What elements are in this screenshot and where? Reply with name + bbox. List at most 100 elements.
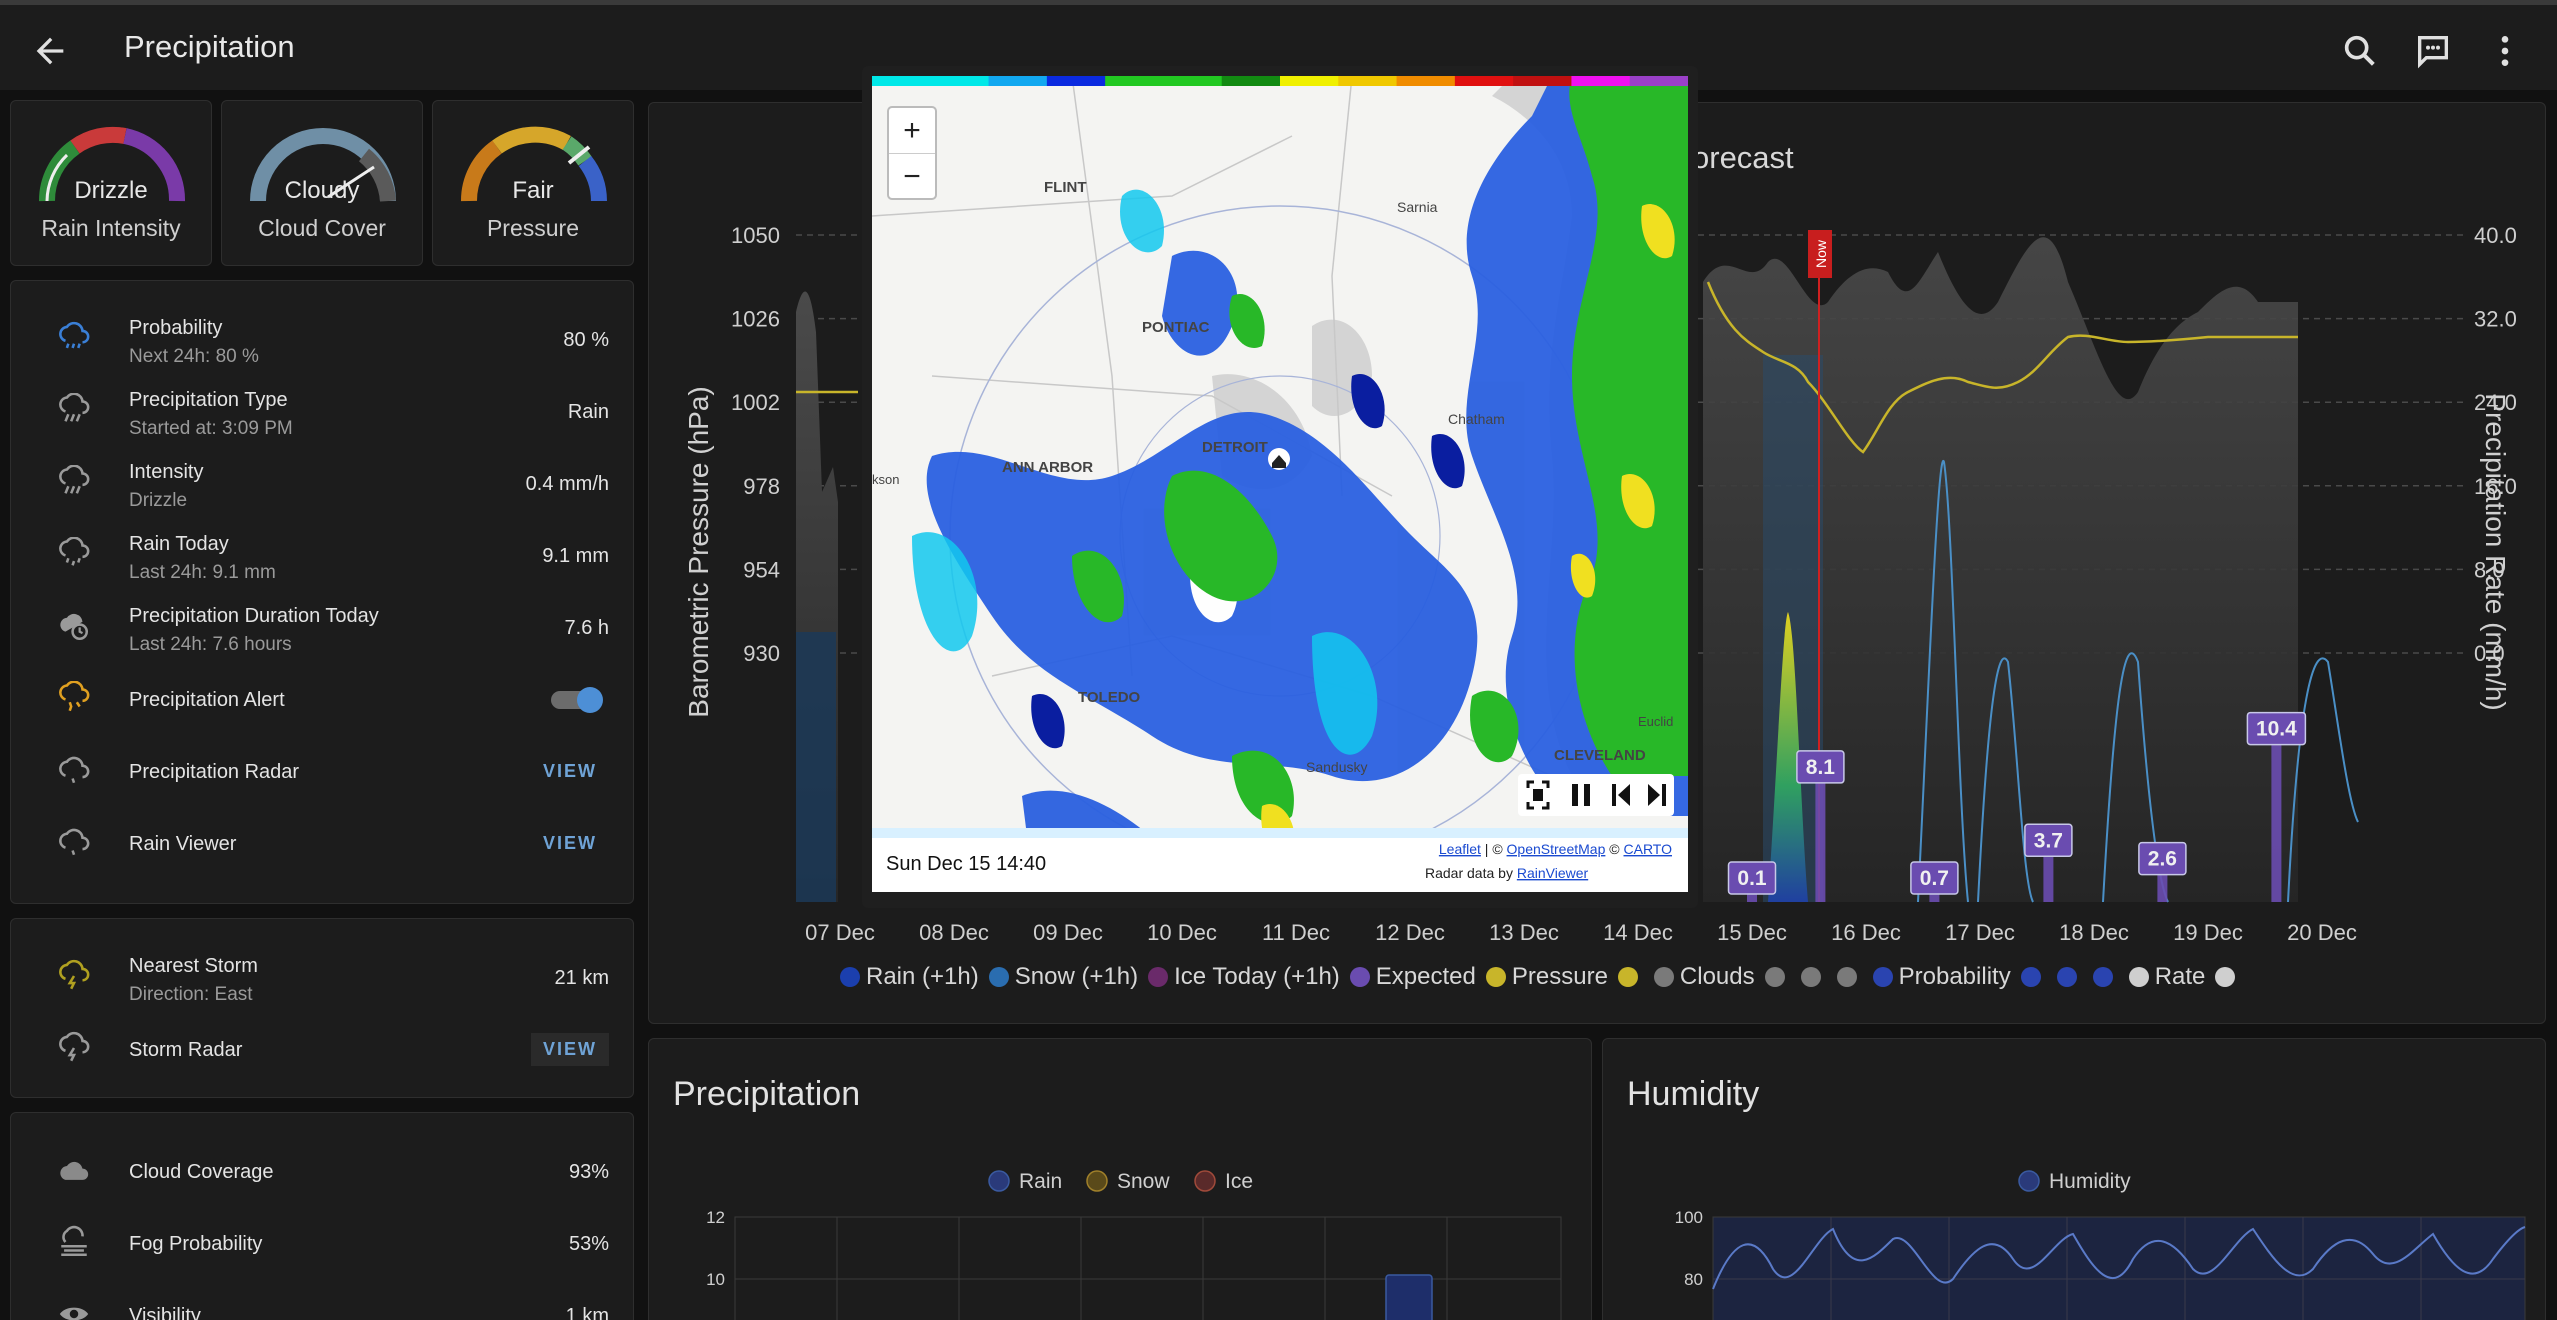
gauge-value: Cloudy <box>284 177 360 204</box>
legend-item[interactable] <box>1764 963 1791 991</box>
legend-item[interactable]: Clouds <box>1653 963 1755 991</box>
legend-item[interactable] <box>1836 963 1863 991</box>
x-tick-label: 09 Dec <box>1033 920 1103 945</box>
item-secondary: Last 24h: 9.1 mm <box>129 562 276 583</box>
legend-item[interactable]: Pressure <box>1485 963 1608 991</box>
item-value: 7.6 h <box>564 617 609 639</box>
view-rain-viewer-button[interactable]: VIEW <box>531 827 609 860</box>
legend-swatch <box>1485 967 1506 987</box>
radar-map[interactable]: FLINT Sarnia PONTIAC DETROIT Chatham ANN… <box>872 76 1688 892</box>
expected-bar <box>1815 766 1826 902</box>
radar-scale-swatch <box>988 76 1048 86</box>
legend-item[interactable] <box>1800 963 1827 991</box>
pressure-gauge[interactable]: Fair Pressure <box>432 100 634 266</box>
more-options-icon[interactable] <box>2485 31 2525 71</box>
openstreetmap-link[interactable]: OpenStreetMap <box>1507 841 1606 857</box>
y-tick-label: 80 <box>1684 1270 1703 1289</box>
rain-intensity-gauge[interactable]: Drizzle Rain Intensity <box>10 100 212 266</box>
forecast-legend: Rain (+1h) Snow (+1h) Ice Today (+1h) Expec… <box>840 963 2251 991</box>
legend-item[interactable]: Probability <box>1872 963 2011 991</box>
search-icon[interactable] <box>2340 31 2380 71</box>
list-item-nearest-storm[interactable]: Nearest Storm Direction: East 21 km <box>11 941 633 1013</box>
legend-item[interactable] <box>1617 963 1644 991</box>
legend-item[interactable] <box>2215 963 2241 991</box>
x-tick-label: 12 Dec <box>1375 920 1445 945</box>
legend-label: Rate <box>2154 963 2206 990</box>
list-item-visibility[interactable]: Visibility 1 km <box>11 1279 633 1320</box>
bar-value-label: 3.7 <box>2034 829 2063 852</box>
zoom-in-button[interactable]: + <box>889 108 935 154</box>
assist-chat-icon[interactable] <box>2413 31 2453 71</box>
radar-scale-swatch <box>1454 76 1515 86</box>
y-tick-label: 12 <box>706 1208 725 1227</box>
legend-label: Clouds <box>1679 963 1755 990</box>
carto-link[interactable]: CARTO <box>1624 841 1673 857</box>
list-item-cloud-coverage[interactable]: Cloud Coverage 93% <box>11 1135 633 1207</box>
cloud-cover-gauge[interactable]: Cloudy Cloud Cover <box>221 100 423 266</box>
item-name: Nearest Storm <box>129 955 258 977</box>
zoom-out-button[interactable]: − <box>889 154 935 200</box>
left-tick-label: 1002 <box>731 390 780 415</box>
legend-swatch <box>1764 967 1785 987</box>
list-item-intensity[interactable]: Intensity Drizzle 0.4 mm/h <box>11 447 633 519</box>
list-item-precipitation-radar[interactable]: Precipitation Radar VIEW <box>11 735 633 807</box>
legend-swatch <box>840 967 860 987</box>
list-item-precipitation-alert[interactable]: Precipitation Alert <box>11 663 633 735</box>
left-tick-label: 930 <box>743 641 780 666</box>
place-label: ANN ARBOR <box>1002 459 1093 476</box>
x-tick-label: 13 Dec <box>1489 920 1559 945</box>
place-label: Chatham <box>1448 411 1505 427</box>
place-label: Sandusky <box>1306 759 1367 775</box>
y-tick-label: 10 <box>706 1270 725 1289</box>
legend-swatch <box>1653 967 1674 987</box>
legend-swatch <box>1872 967 1893 987</box>
humidity-chart[interactable]: Humidity 100 80 <box>1603 1039 2547 1320</box>
legend-item[interactable]: Rain (+1h) <box>840 963 979 991</box>
list-item-precipitation-type[interactable]: Precipitation Type Started at: 3:09 PM R… <box>11 375 633 447</box>
list-item-precipitation-duration[interactable]: Precipitation Duration Today Last 24h: 7… <box>11 591 633 663</box>
x-tick-label: 18 Dec <box>2059 920 2129 945</box>
page-title: Precipitation <box>124 29 295 64</box>
list-item-fog-probability[interactable]: Fog Probability 53% <box>11 1207 633 1279</box>
item-name: Rain Viewer <box>129 833 237 855</box>
legend-label: Pressure <box>1511 963 1608 990</box>
item-name: Precipitation Radar <box>129 761 300 783</box>
x-tick-label: 17 Dec <box>1945 920 2015 945</box>
rainviewer-link[interactable]: RainViewer <box>1517 865 1589 881</box>
list-item-rain-viewer[interactable]: Rain Viewer VIEW <box>11 807 633 879</box>
gauge-label: Pressure <box>486 215 580 241</box>
view-storm-radar-button[interactable]: VIEW <box>530 1033 609 1066</box>
item-name: Precipitation Duration Today <box>129 605 379 627</box>
leaflet-link[interactable]: Leaflet <box>1439 841 1481 857</box>
legend-item[interactable]: Ice Today (+1h) <box>1148 963 1340 991</box>
weather-rainy-icon <box>59 537 90 566</box>
legend-item[interactable] <box>2020 963 2047 991</box>
right-axis-label: Precipitation Rate (mm/h) <box>2480 393 2511 710</box>
x-tick-label: 19 Dec <box>2173 920 2243 945</box>
legend-item[interactable]: Expected <box>1349 963 1476 991</box>
legend-item[interactable]: Snow (+1h) <box>988 963 1138 991</box>
precipitation-chart[interactable]: Rain Snow Ice 12 10 <box>649 1039 1593 1320</box>
weather-pouring-icon <box>59 465 90 494</box>
precipitation-alert-toggle[interactable] <box>547 687 603 713</box>
bar-value-label: 10.4 <box>2256 718 2297 741</box>
legend-swatch <box>1800 967 1821 987</box>
item-value: 80 % <box>563 329 609 351</box>
item-secondary: Started at: 3:09 PM <box>129 418 293 439</box>
gauge-value: Drizzle <box>74 177 148 204</box>
back-arrow-icon[interactable] <box>30 31 70 71</box>
list-item-rain-today[interactable]: Rain Today Last 24h: 9.1 mm 9.1 mm <box>11 519 633 591</box>
gauge-value: Fair <box>512 177 554 204</box>
item-name: Precipitation Alert <box>129 689 285 711</box>
legend-label: Ice Today (+1h) <box>1174 963 1340 990</box>
bar-value-label: 0.1 <box>1737 867 1767 890</box>
view-precipitation-radar-button[interactable]: VIEW <box>531 755 609 788</box>
legend-item[interactable] <box>2056 963 2083 991</box>
legend-item[interactable] <box>2092 963 2119 991</box>
probability-area-left <box>796 632 836 902</box>
legend-label: Probability <box>1898 963 2011 990</box>
storm-entities-card: Nearest Storm Direction: East 21 km Stor… <box>10 918 634 1098</box>
list-item-storm-radar[interactable]: Storm Radar VIEW <box>11 1013 633 1085</box>
list-item-probability[interactable]: Probability Next 24h: 80 % 80 % <box>11 303 633 375</box>
legend-item[interactable]: Rate <box>2128 963 2206 991</box>
